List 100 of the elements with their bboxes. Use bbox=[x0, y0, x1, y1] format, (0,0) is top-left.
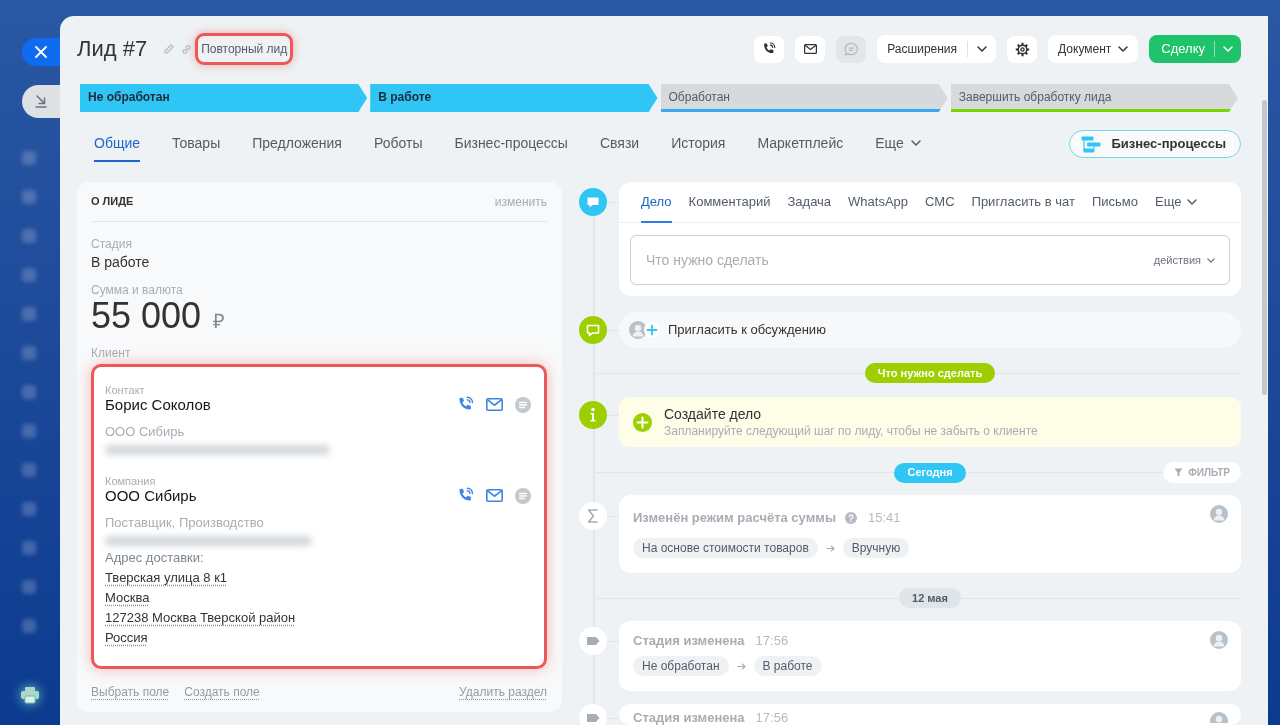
new-value-chip: В работе bbox=[753, 656, 822, 676]
caret-icon bbox=[977, 46, 988, 52]
scrollbar-thumb[interactable] bbox=[1262, 100, 1267, 395]
editor-tab[interactable]: СМС bbox=[925, 182, 955, 223]
address-label: Адрес доставки: bbox=[105, 550, 205, 566]
stage-step[interactable]: Не обработан bbox=[80, 84, 368, 112]
close-button[interactable] bbox=[22, 38, 60, 66]
chat-icon bbox=[515, 396, 531, 413]
caret-icon bbox=[1118, 46, 1129, 52]
editor-tab[interactable]: WhatsApp bbox=[848, 182, 909, 223]
add-circle-icon bbox=[633, 413, 652, 432]
editor-tab[interactable]: Еще bbox=[1155, 182, 1198, 223]
avatar-icon bbox=[1210, 505, 1228, 523]
actions-dropdown[interactable]: действия bbox=[1153, 251, 1215, 269]
address-link[interactable]: Россия bbox=[105, 628, 148, 648]
blurred-icon bbox=[22, 463, 36, 477]
entity-detail: Поставщик, Производство bbox=[105, 515, 265, 531]
invite-discussion-button[interactable]: Пригласить к обсуждению bbox=[619, 312, 1241, 348]
tab[interactable]: Связи bbox=[599, 126, 640, 162]
chat-bubble-icon bbox=[579, 188, 607, 216]
field-label: Сумма и валюта bbox=[91, 283, 184, 297]
tab[interactable]: Товары bbox=[172, 126, 221, 162]
entity-name: Борис Соколов bbox=[105, 396, 211, 414]
phone-icon bbox=[762, 42, 777, 56]
caret-icon bbox=[1223, 46, 1233, 52]
tab[interactable]: Маркетплейс bbox=[757, 126, 844, 162]
settings-button[interactable] bbox=[1007, 35, 1038, 63]
avatar-icon bbox=[629, 321, 647, 339]
avatar-icon bbox=[1210, 631, 1228, 649]
entity-type-label: Контакт bbox=[105, 384, 146, 396]
mail-icon bbox=[486, 398, 503, 411]
stage-step[interactable]: Завершить обработку лида bbox=[950, 84, 1238, 112]
document-dropdown[interactable]: Документ bbox=[1048, 35, 1139, 63]
editor-tab[interactable]: Письмо bbox=[1091, 182, 1138, 223]
event-time: 15:41 bbox=[868, 510, 901, 526]
stage-step[interactable]: Обработан bbox=[660, 84, 948, 112]
event-title: Стадия изменена bbox=[633, 710, 745, 725]
arrow-down-right-icon bbox=[35, 95, 47, 108]
tab[interactable]: История bbox=[671, 126, 726, 162]
chat-bubble-icon bbox=[843, 41, 859, 57]
sigma-icon bbox=[579, 502, 607, 530]
link-icon bbox=[181, 43, 193, 55]
arrow-right-icon bbox=[736, 662, 746, 670]
avatar-icon bbox=[1210, 712, 1228, 723]
address-link[interactable]: Тверская улица 8 к1 bbox=[105, 568, 228, 588]
field-label: Стадия bbox=[91, 237, 133, 251]
blurred-icon bbox=[22, 268, 36, 282]
section-title: О ЛИДЕ bbox=[91, 194, 134, 210]
editor-tab[interactable]: Комментарий bbox=[688, 182, 771, 223]
blurred-icon bbox=[22, 346, 36, 360]
tab[interactable]: Общие bbox=[94, 126, 141, 162]
chat-bubble-icon bbox=[579, 316, 607, 344]
todo-title: Создайте дело bbox=[664, 406, 763, 423]
tag-icon bbox=[579, 627, 607, 655]
extensions-dropdown[interactable]: Расширения bbox=[877, 35, 997, 63]
arrow-right-icon bbox=[825, 544, 835, 552]
editor-tab[interactable]: Дело bbox=[641, 182, 672, 223]
blurred-icon bbox=[22, 619, 36, 633]
info-icon bbox=[579, 401, 607, 429]
date-divider-label: Что нужно сделать bbox=[864, 363, 996, 383]
chat-icon bbox=[515, 487, 531, 504]
event-title: Стадия изменена bbox=[633, 633, 745, 649]
pencil-icon bbox=[164, 44, 175, 54]
blurred-icon bbox=[22, 502, 36, 516]
field-label: Клиент bbox=[91, 346, 132, 360]
date-divider-label: Сегодня bbox=[894, 462, 966, 483]
blurred-icon bbox=[22, 385, 36, 399]
date-divider-label: 12 мая bbox=[899, 588, 961, 608]
editor-tab[interactable]: Пригласить в чат bbox=[971, 182, 1075, 223]
tab[interactable]: Еще bbox=[875, 126, 921, 162]
previous-value-chip: На основе стоимости товаров bbox=[633, 538, 818, 558]
minimize-button[interactable] bbox=[22, 85, 60, 118]
event-time: 17:56 bbox=[755, 710, 789, 725]
mail-icon bbox=[803, 44, 817, 54]
close-icon bbox=[35, 46, 47, 58]
business-process-button[interactable]: Бизнес-процессы bbox=[1069, 130, 1241, 158]
entity-name: ООО Сибирь bbox=[105, 487, 197, 505]
field-value: В работе bbox=[91, 253, 151, 271]
editor-tab[interactable]: Задача bbox=[787, 182, 832, 223]
phone-button[interactable] bbox=[754, 35, 785, 63]
tab[interactable]: Бизнес-процессы bbox=[454, 126, 568, 162]
event-time: 17:56 bbox=[755, 633, 789, 649]
address-link[interactable]: Москва bbox=[105, 588, 150, 608]
plus-icon bbox=[644, 322, 660, 338]
amount-value: 55 000 bbox=[91, 297, 202, 335]
previous-value-chip: Не обработан bbox=[633, 656, 729, 676]
todo-hint: Запланируйте следующий шаг по лиду, чтобы не забыть о клиенте bbox=[664, 423, 1038, 439]
page-title: Лид #7 bbox=[77, 35, 148, 63]
tab[interactable]: Роботы bbox=[373, 126, 423, 162]
entity-detail: ООО Сибирь bbox=[105, 424, 186, 440]
address-link[interactable]: 127238 Москва Тверской район bbox=[105, 608, 296, 628]
mail-button[interactable] bbox=[795, 35, 826, 63]
event-title: Изменён режим расчёта суммы bbox=[633, 510, 836, 526]
blurred-icon bbox=[22, 580, 36, 594]
stage-step[interactable]: В работе bbox=[370, 84, 658, 112]
task-input-field[interactable]: Что нужно сделать действия bbox=[630, 235, 1230, 285]
tab[interactable]: Предложения bbox=[252, 126, 342, 162]
filter-icon bbox=[1174, 468, 1184, 477]
tag-icon bbox=[579, 704, 607, 725]
blurred-icon bbox=[22, 541, 36, 555]
